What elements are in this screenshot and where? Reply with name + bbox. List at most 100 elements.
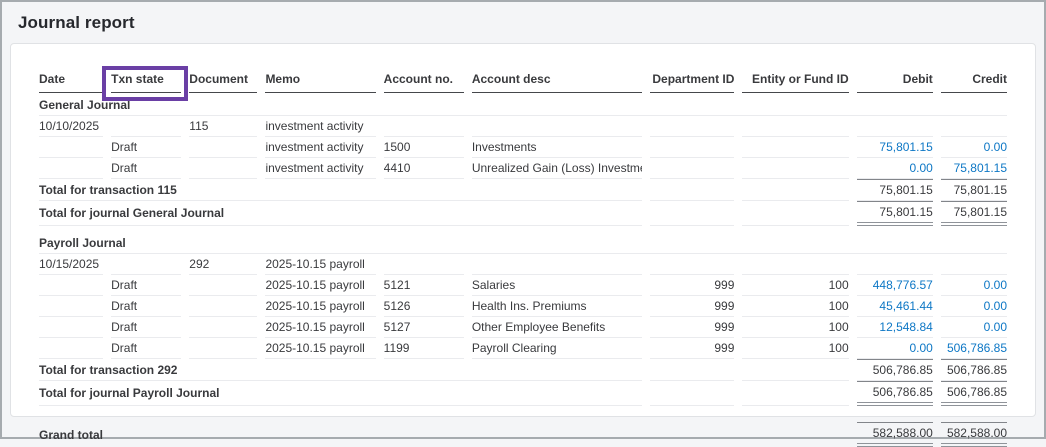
cell-debit [857, 116, 933, 137]
cell-txn-state: Draft [111, 296, 181, 317]
cell-entity-or-fund-id: 100 [742, 317, 848, 338]
row-section-payroll-journal: Payroll Journal [39, 226, 1007, 254]
cell-account-no [384, 254, 464, 275]
column-header-label: Entity or Fund ID [752, 72, 849, 86]
column-header-label: Date [39, 72, 65, 86]
cell-date [39, 317, 103, 338]
column-header-txn-state[interactable]: Txn state [111, 70, 181, 93]
column-header-row: DateTxn stateDocumentMemoAccount no.Acco… [39, 70, 1007, 93]
cell-txn-state [111, 116, 181, 137]
column-header-label: Debit [903, 72, 933, 86]
cell-date [39, 137, 103, 158]
column-header-debit: Debit [857, 70, 933, 93]
total-credit: 582,588.00 [941, 422, 1007, 447]
cell-memo: investment activity [265, 116, 375, 137]
amount-drilldown-link-credit[interactable]: 75,801.15 [941, 158, 1007, 179]
total-credit: 506,786.85 [941, 359, 1007, 381]
cell-entity-or-fund-id: 100 [742, 338, 848, 359]
amount-drilldown-link-credit[interactable]: 0.00 [941, 317, 1007, 338]
cell-entity-or-fund-id [742, 381, 848, 406]
cell-entity-or-fund-id [742, 179, 848, 201]
cell-txn-state: Draft [111, 137, 181, 158]
total-debit: 506,786.85 [857, 381, 933, 406]
row-spacer [39, 406, 1007, 422]
row-txn-292: 10/15/2025 292 2025-10.15 payroll [39, 254, 1007, 275]
cell-account-no: 5127 [384, 317, 464, 338]
amount-drilldown-link-debit[interactable]: 12,548.84 [857, 317, 933, 338]
cell-account-desc: Unrealized Gain (Loss) Investments [472, 158, 642, 179]
row-detail: Draft2025-10.15 payroll5127Other Employe… [39, 317, 1007, 338]
amount-drilldown-link-debit[interactable]: 448,776.57 [857, 275, 933, 296]
row-detail: Draft2025-10.15 payroll5121Salaries99910… [39, 275, 1007, 296]
total-label: Total for transaction 115 [39, 179, 642, 201]
row-txn-115: 10/10/2025115investment activity [39, 116, 1007, 137]
column-header-label: Department ID [652, 72, 734, 86]
amount-drilldown-link-debit[interactable]: 45,461.44 [857, 296, 933, 317]
cell-account-desc [472, 254, 642, 275]
amount-drilldown-link-credit[interactable]: 0.00 [941, 275, 1007, 296]
cell-memo: 2025-10.15 payroll [265, 254, 375, 275]
cell-account-desc: Payroll Clearing [472, 338, 642, 359]
total-debit: 75,801.15 [857, 201, 933, 226]
cell-credit [941, 254, 1007, 275]
cell-date: 10/15/2025 [39, 254, 103, 275]
cell-department-id [650, 158, 734, 179]
cell-department-id [650, 359, 734, 381]
cell-memo: 2025-10.15 payroll [265, 338, 375, 359]
cell-department-id: 999 [650, 317, 734, 338]
amount-drilldown-link-credit[interactable]: 0.00 [941, 137, 1007, 158]
row-total-total-for-transaction-292: Total for transaction 292506,786.85506,7… [39, 359, 1007, 381]
cell-memo: 2025-10.15 payroll [265, 275, 375, 296]
cell-document [189, 338, 257, 359]
cell-account-no: 5121 [384, 275, 464, 296]
cell-entity-or-fund-id: 100 [742, 296, 848, 317]
row-detail: Draft2025-10.15 payroll5126Health Ins. P… [39, 296, 1007, 317]
row-journal-total-total-for-journal-payroll-journal: Total for journal Payroll Journal 506,786… [39, 381, 1007, 406]
total-label: Total for journal Payroll Journal [39, 381, 642, 406]
page-header: Journal report [2, 2, 1044, 43]
cell-account-no: 1500 [384, 137, 464, 158]
cell-document [189, 275, 257, 296]
cell-txn-state [111, 254, 181, 275]
cell-document: 292 [189, 254, 257, 275]
amount-drilldown-link-debit[interactable]: 0.00 [857, 338, 933, 359]
cell-account-no [384, 116, 464, 137]
cell-department-id: 999 [650, 338, 734, 359]
row-detail: Draft2025-10.15 payroll1199Payroll Clear… [39, 338, 1007, 359]
cell-account-no: 5126 [384, 296, 464, 317]
cell-txn-state: Draft [111, 317, 181, 338]
total-label: Total for journal General Journal [39, 201, 642, 226]
amount-drilldown-link-credit[interactable]: 506,786.85 [941, 338, 1007, 359]
cell-account-desc: Salaries [472, 275, 642, 296]
column-header-entity-or-fund-id: Entity or Fund ID [742, 70, 848, 93]
row-total-total-for-transaction-115: Total for transaction 11575,801.1575,801… [39, 179, 1007, 201]
cell-entity-or-fund-id [742, 422, 848, 447]
cell-entity-or-fund-id [742, 254, 848, 275]
column-header-label: Document [189, 72, 248, 86]
page-title: Journal report [18, 13, 1044, 33]
column-header-label: Credit [972, 72, 1007, 86]
total-credit: 506,786.85 [941, 381, 1007, 406]
cell-department-id [650, 137, 734, 158]
column-header-label: Account no. [384, 72, 453, 86]
cell-document [189, 296, 257, 317]
column-header-label: Memo [265, 72, 300, 86]
amount-drilldown-link-debit[interactable]: 75,801.15 [857, 137, 933, 158]
total-credit: 75,801.15 [941, 201, 1007, 226]
cell-department-id [650, 254, 734, 275]
row-grand-total-grand-total: Grand total582,588.00582,588.00 [39, 422, 1007, 447]
cell-memo: 2025-10.15 payroll [265, 296, 375, 317]
amount-drilldown-link-debit[interactable]: 0.00 [857, 158, 933, 179]
total-label: Grand total [39, 422, 642, 447]
column-header-department-id: Department ID [650, 70, 734, 93]
row-journal-total-total-for-journal-general-journal: Total for journal General Journal 75,801.… [39, 201, 1007, 226]
cell-department-id [650, 381, 734, 406]
column-header-account-no: Account no. [384, 70, 464, 93]
cell-date [39, 275, 103, 296]
column-header-memo: Memo [265, 70, 375, 93]
cell-document [189, 158, 257, 179]
cell-memo: 2025-10.15 payroll [265, 317, 375, 338]
cell-txn-state: Draft [111, 275, 181, 296]
cell-date [39, 158, 103, 179]
amount-drilldown-link-credit[interactable]: 0.00 [941, 296, 1007, 317]
